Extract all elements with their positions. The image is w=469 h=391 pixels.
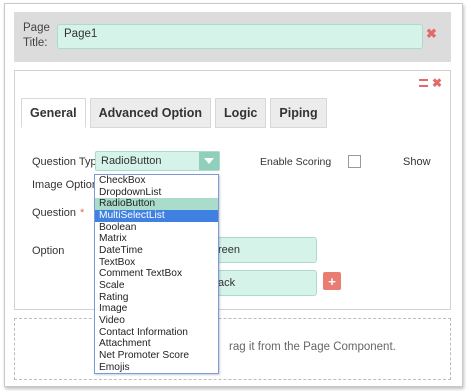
tab-general[interactable]: General [21,98,86,128]
dropdown-option[interactable]: DropdownList [95,187,218,199]
dropdown-option[interactable]: CheckBox [95,175,218,187]
question-tabs: General Advanced Option Logic Piping [21,98,327,128]
page-title-bar: Page Title: Page1 ✖ [14,12,451,62]
tab-advanced-option[interactable]: Advanced Option [89,98,212,128]
delete-page-icon[interactable]: ✖ [426,26,437,42]
required-mark: * [80,207,85,219]
question-label: Question * [32,207,84,219]
enable-scoring-checkbox[interactable] [348,155,361,168]
dropdown-option[interactable]: Rating [95,292,218,304]
drop-zone[interactable]: rag it from the Page Component. [14,318,451,380]
collapse-icon[interactable] [418,79,428,87]
dropdown-option[interactable]: Attachment [95,338,218,350]
tab-logic[interactable]: Logic [215,98,267,128]
dropdown-option[interactable]: DateTime [95,245,218,257]
dropdown-option-selected[interactable]: RadioButton [95,198,218,210]
dropdown-option[interactable]: Video [95,315,218,327]
chevron-down-icon[interactable] [199,152,219,170]
delete-question-icon[interactable]: ✖ [432,77,442,89]
question-type-dropdown-list: CheckBox DropdownList RadioButton MultiS… [94,174,219,375]
dropdown-option-hovered[interactable]: MultiSelectList [95,209,218,222]
dropdown-option[interactable]: Boolean [95,222,218,234]
enable-scoring-label: Enable Scoring [260,156,332,168]
option-1-value: reen [218,244,241,256]
question-label-text: Question [32,207,77,219]
question-panel: ✖ General Advanced Option Logic Piping Q… [14,70,451,310]
option-label: Option [32,245,65,257]
dropdown-option[interactable]: Emojis [95,362,218,374]
dropdown-option[interactable]: Scale [95,280,218,292]
dropdown-option[interactable]: Matrix [95,233,218,245]
question-type-label: Question Type [32,156,103,168]
dropdown-option[interactable]: Image [95,303,218,315]
dropdown-option[interactable]: Comment TextBox [95,268,218,280]
show-label: Show [403,156,431,168]
dropdown-option[interactable]: Net Promoter Score [95,350,218,362]
question-type-value: RadioButton [101,155,162,167]
panel-actions: ✖ [418,77,442,89]
page-title-input[interactable]: Page1 [57,24,423,49]
add-option-button[interactable]: + [323,272,341,290]
dropdown-option[interactable]: TextBox [95,257,218,269]
option-2-value: ack [218,277,236,289]
drop-zone-text: rag it from the Page Component. [229,341,396,353]
dropdown-option[interactable]: Contact Information [95,327,218,339]
question-type-select[interactable]: RadioButton [95,151,220,171]
tab-piping[interactable]: Piping [270,98,327,128]
